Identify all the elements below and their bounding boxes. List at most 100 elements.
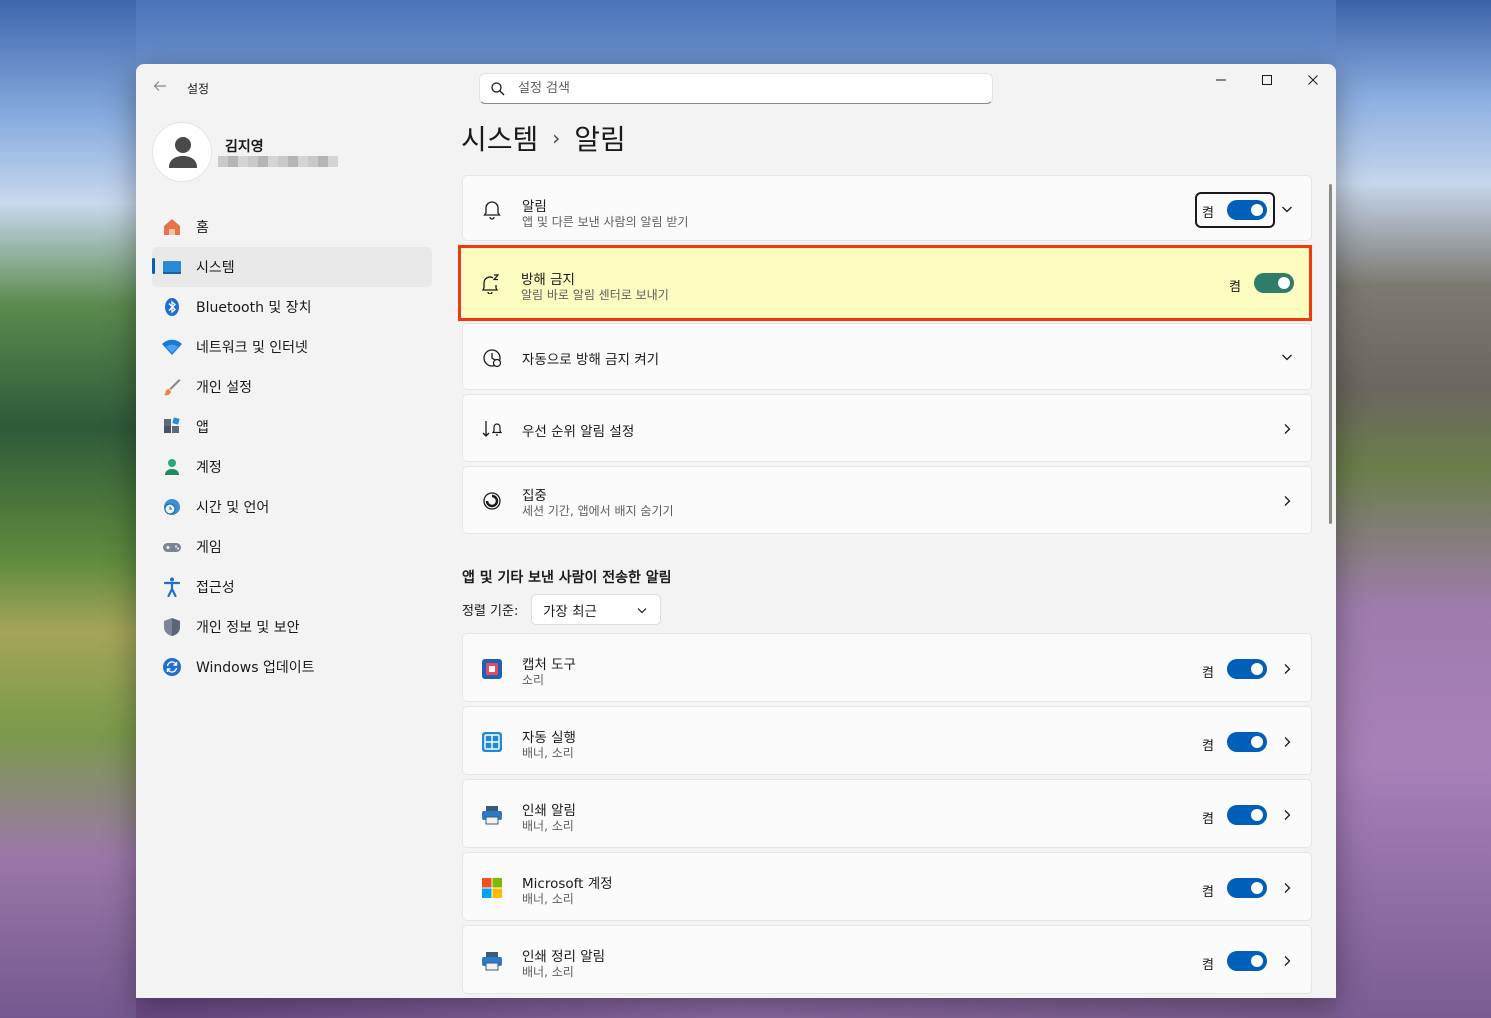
chevron-right-icon[interactable] [1279, 880, 1295, 896]
minimize-button[interactable] [1198, 64, 1244, 96]
home-icon [161, 216, 183, 238]
sidebar-item-label: 개인 정보 및 보안 [196, 620, 300, 636]
app-detail: 배너, 소리 [522, 746, 574, 760]
autoplay-icon [480, 730, 504, 754]
setting-title: 우선 순위 알림 설정 [522, 424, 635, 440]
chevron-right-icon[interactable] [1279, 807, 1295, 823]
sidebar-item-apps[interactable]: 앱 [152, 407, 432, 447]
printer-icon [480, 949, 504, 973]
chevron-right-icon[interactable] [1279, 953, 1295, 969]
back-arrow-icon [153, 81, 166, 91]
person-icon [169, 137, 197, 168]
account-icon [161, 456, 183, 478]
breadcrumb-parent[interactable]: 시스템 [461, 118, 538, 158]
app-row-autoplay[interactable]: 자동 실행 배너, 소리 켬 [462, 706, 1312, 775]
app-name: Microsoft 계정 [522, 876, 613, 892]
sidebar-item-label: 시스템 [196, 260, 235, 276]
title-bar: 설정 [136, 64, 1336, 112]
sidebar-item-personalization[interactable]: 개인 설정 [152, 367, 432, 407]
sidebar-item-accessibility[interactable]: 접근성 [152, 567, 432, 607]
sidebar-item-time-language[interactable]: 시간 및 언어 [152, 487, 432, 527]
sidebar-item-label: 앱 [196, 420, 209, 436]
search-input[interactable] [518, 81, 958, 96]
notifications-setting[interactable]: 알림 앱 및 다른 보낸 사람의 알림 받기 켬 [462, 175, 1312, 241]
chevron-down-icon[interactable] [1279, 201, 1295, 217]
breadcrumb: 시스템 › 알림 [461, 116, 626, 160]
priority-notifications-setting[interactable]: 우선 순위 알림 설정 [462, 394, 1312, 462]
sidebar-item-accounts[interactable]: 계정 [152, 447, 432, 487]
priority-sort-icon [480, 417, 504, 441]
sidebar-item-windows-update[interactable]: Windows 업데이트 [152, 647, 432, 687]
app-toggle[interactable] [1227, 951, 1267, 971]
chevron-right-icon[interactable] [1279, 661, 1295, 677]
app-name: 자동 실행 [522, 730, 576, 746]
maximize-icon [1262, 75, 1272, 85]
app-toggle[interactable] [1227, 659, 1267, 679]
close-button[interactable] [1290, 64, 1336, 96]
clock-globe-icon [161, 496, 183, 518]
chevron-down-icon[interactable] [1279, 349, 1295, 365]
sidebar-item-label: Bluetooth 및 장치 [196, 300, 312, 316]
setting-subtitle: 앱 및 다른 보낸 사람의 알림 받기 [522, 215, 689, 229]
sort-dropdown[interactable]: 가장 최근 [531, 594, 661, 625]
app-row-snipping-tool[interactable]: 캡처 도구 소리 켬 [462, 633, 1312, 702]
breadcrumb-separator: › [552, 126, 561, 150]
toggle-state-label: 켬 [1202, 812, 1214, 827]
wifi-icon [161, 336, 183, 358]
accessibility-icon [161, 576, 183, 598]
sidebar-item-gaming[interactable]: 게임 [152, 527, 432, 567]
chevron-right-icon[interactable] [1279, 493, 1295, 509]
app-name: 캡처 도구 [522, 657, 576, 673]
sidebar-item-home[interactable]: 홈 [152, 207, 432, 247]
setting-title: 자동으로 방해 금지 켜기 [522, 352, 660, 368]
gamepad-icon [161, 536, 183, 558]
sort-label: 정렬 기준: [462, 604, 519, 619]
profile-name: 김지영 [225, 139, 264, 155]
focus-icon [480, 489, 504, 513]
annotation-highlight [458, 245, 1312, 321]
auto-dnd-setting[interactable]: 자동으로 방해 금지 켜기 [462, 323, 1312, 390]
app-toggle[interactable] [1227, 732, 1267, 752]
sidebar-item-system[interactable]: 시스템 [152, 247, 432, 287]
app-name: 인쇄 정리 알림 [522, 949, 606, 965]
sidebar-item-label: 홈 [196, 220, 209, 236]
update-icon [161, 656, 183, 678]
app-toggle[interactable] [1227, 805, 1267, 825]
desktop-wallpaper-bottom [136, 998, 1336, 1018]
maximize-button[interactable] [1244, 64, 1290, 96]
settings-window: 설정 김지영 홈 [136, 64, 1336, 998]
app-toggle[interactable] [1227, 878, 1267, 898]
sidebar-item-label: Windows 업데이트 [196, 660, 315, 676]
printer-icon [480, 803, 504, 827]
shield-icon [161, 616, 183, 638]
app-row-print-notifications[interactable]: 인쇄 알림 배너, 소리 켬 [462, 779, 1312, 848]
app-title: 설정 [187, 82, 210, 96]
bell-icon [480, 197, 504, 221]
close-icon [1308, 75, 1318, 85]
toggle-state-label: 켬 [1202, 739, 1214, 754]
sidebar-item-privacy[interactable]: 개인 정보 및 보안 [152, 607, 432, 647]
sidebar-item-label: 게임 [196, 540, 222, 556]
desktop-wallpaper-left [0, 0, 136, 1018]
user-profile[interactable]: 김지영 [152, 120, 442, 184]
sidebar-nav: 홈 시스템 Bluetooth 및 장치 네트워크 및 인터넷 개인 설정 앱 … [152, 207, 432, 687]
back-button[interactable] [152, 78, 168, 94]
sidebar-item-bluetooth[interactable]: Bluetooth 및 장치 [152, 287, 432, 327]
content-scrollbar[interactable] [1329, 184, 1332, 524]
toggle-state-label: 켬 [1202, 666, 1214, 681]
toggle-state-label: 켬 [1202, 206, 1214, 221]
app-detail: 배너, 소리 [522, 819, 574, 833]
search-box[interactable] [479, 73, 993, 104]
setting-subtitle: 세션 기간, 앱에서 배지 숨기기 [522, 504, 674, 518]
sidebar-item-network[interactable]: 네트워크 및 인터넷 [152, 327, 432, 367]
sidebar-item-label: 접근성 [196, 580, 235, 596]
app-row-microsoft-account[interactable]: Microsoft 계정 배너, 소리 켬 [462, 852, 1312, 921]
apps-icon [161, 416, 183, 438]
minimize-icon [1216, 79, 1226, 81]
chevron-right-icon[interactable] [1279, 734, 1295, 750]
app-row-print-cleanup[interactable]: 인쇄 정리 알림 배너, 소리 켬 [462, 925, 1312, 994]
sort-value: 가장 최근 [543, 603, 597, 620]
chevron-right-icon[interactable] [1279, 421, 1295, 437]
focus-setting[interactable]: 집중 세션 기간, 앱에서 배지 숨기기 [462, 466, 1312, 534]
notifications-toggle[interactable] [1227, 200, 1267, 220]
